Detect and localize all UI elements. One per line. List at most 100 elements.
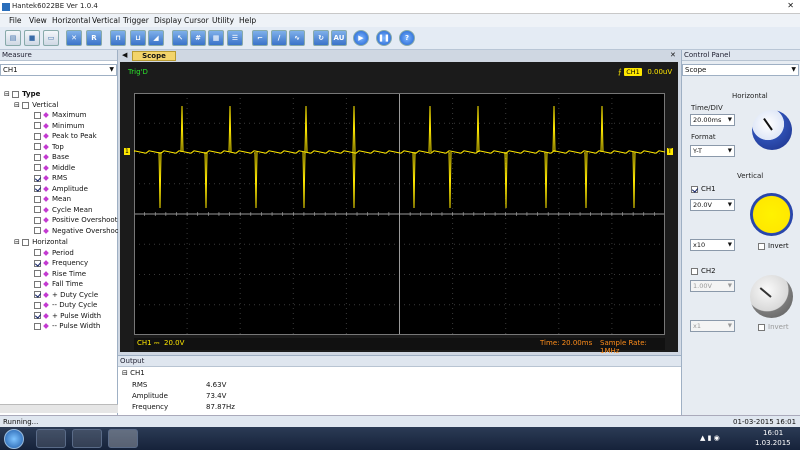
refresh-icon[interactable]: ↻ bbox=[313, 30, 329, 46]
ch1-invert[interactable]: Invert bbox=[758, 242, 789, 250]
measure-item[interactable]: Negative Overshoot bbox=[34, 226, 122, 236]
measure-checkbox[interactable] bbox=[34, 164, 41, 171]
measure-checkbox[interactable] bbox=[34, 185, 41, 192]
measure-item[interactable]: Peak to Peak bbox=[34, 131, 97, 141]
pulse-fall-icon[interactable]: ⊔ bbox=[130, 30, 146, 46]
measure-checkbox[interactable] bbox=[34, 312, 41, 319]
measure-item[interactable]: Minimum bbox=[34, 121, 84, 131]
run-r-icon[interactable]: R bbox=[86, 30, 102, 46]
grid-icon[interactable]: # bbox=[190, 30, 206, 46]
measure-item[interactable]: Rise Time bbox=[34, 269, 86, 279]
play-icon[interactable]: ▶ bbox=[353, 30, 369, 46]
measure-checkbox[interactable] bbox=[34, 227, 41, 234]
measure-item[interactable]: + Duty Cycle bbox=[34, 290, 98, 300]
menu-view[interactable]: View bbox=[29, 16, 47, 25]
measure-item[interactable]: Cycle Mean bbox=[34, 205, 92, 215]
measure-checkbox[interactable] bbox=[34, 143, 41, 150]
measure-item[interactable]: Middle bbox=[34, 163, 75, 173]
measure-item[interactable]: Positive Overshoot bbox=[34, 215, 117, 225]
measure-item[interactable]: Maximum bbox=[34, 110, 87, 120]
close-icon[interactable]: ✕ bbox=[787, 1, 794, 10]
measure-checkbox[interactable] bbox=[34, 153, 41, 161]
measure-item[interactable]: Base bbox=[34, 152, 69, 162]
pulse-rise-icon[interactable]: ⊓ bbox=[110, 30, 126, 46]
measure-checkbox[interactable] bbox=[34, 132, 41, 140]
measure-checkbox[interactable] bbox=[34, 291, 41, 298]
measure-checkbox[interactable] bbox=[34, 174, 41, 182]
grid-fine-icon[interactable]: ▦ bbox=[208, 30, 224, 46]
measure-checkbox[interactable] bbox=[34, 122, 41, 129]
ch2-volts-knob[interactable] bbox=[750, 275, 793, 318]
pause-icon[interactable]: ❚❚ bbox=[376, 30, 392, 46]
ch1-ground-marker[interactable]: 1 bbox=[124, 148, 130, 155]
wave-line-icon[interactable]: ∕ bbox=[271, 30, 287, 46]
lines-icon[interactable]: ☰ bbox=[227, 30, 243, 46]
measure-item[interactable]: Top bbox=[34, 142, 64, 152]
ch2-enable[interactable]: CH2 bbox=[691, 267, 716, 275]
measure-checkbox[interactable] bbox=[34, 322, 41, 330]
autoset-icon[interactable]: ✕ bbox=[66, 30, 82, 46]
ch2-invert-checkbox[interactable] bbox=[758, 323, 765, 331]
ch1-probe-select[interactable]: x10 ▼ bbox=[690, 239, 735, 251]
menu-vertical[interactable]: Vertical bbox=[92, 16, 120, 25]
tree-group-horizontal[interactable]: ⊟ Horizontal bbox=[14, 237, 68, 247]
tab-close-icon[interactable]: ✕ bbox=[670, 51, 676, 59]
measure-checkbox[interactable] bbox=[34, 249, 41, 256]
wave-step-icon[interactable]: ⌐ bbox=[252, 30, 268, 46]
auto-icon[interactable]: AU bbox=[331, 30, 347, 46]
wave-sine-icon[interactable]: ∿ bbox=[289, 30, 305, 46]
format-select[interactable]: Y-T ▼ bbox=[690, 145, 735, 157]
ramp-icon[interactable]: ◢ bbox=[148, 30, 164, 46]
menu-file[interactable]: File bbox=[9, 16, 22, 25]
menu-display[interactable]: Display bbox=[154, 16, 182, 25]
control-mode-select[interactable]: Scope ▼ bbox=[682, 64, 799, 76]
measure-item[interactable]: Amplitude bbox=[34, 184, 88, 194]
ch2-probe-select[interactable]: x1 ▼ bbox=[690, 320, 735, 332]
tray-icons[interactable]: ▲ ▮ ◉ bbox=[700, 434, 720, 442]
measure-item[interactable]: -- Duty Cycle bbox=[34, 300, 97, 310]
measure-checkbox[interactable] bbox=[34, 259, 41, 267]
ch1-enable[interactable]: CH1 bbox=[691, 185, 716, 193]
tab-scope[interactable]: Scope bbox=[132, 51, 176, 61]
menu-trigger[interactable]: Trigger bbox=[123, 16, 149, 25]
menu-utility[interactable]: Utility bbox=[212, 16, 234, 25]
ch2-volts-select[interactable]: 1.00V ▼ bbox=[690, 280, 735, 292]
measure-checkbox[interactable] bbox=[34, 195, 41, 203]
type-checkbox[interactable] bbox=[12, 90, 20, 98]
cursor-icon[interactable]: ↖ bbox=[172, 30, 188, 46]
menu-cursor[interactable]: Cursor bbox=[184, 16, 209, 25]
measure-checkbox[interactable] bbox=[34, 216, 41, 224]
scope-grid[interactable] bbox=[134, 93, 665, 335]
output-channel[interactable]: ⊟ CH1 bbox=[122, 369, 145, 377]
measure-scrollbar[interactable] bbox=[0, 404, 118, 413]
measure-checkbox[interactable] bbox=[34, 280, 41, 288]
open-icon[interactable]: ▤ bbox=[5, 30, 21, 46]
trigger-level-marker[interactable]: T bbox=[667, 148, 673, 155]
ch2-invert[interactable]: Invert bbox=[758, 323, 789, 331]
save-icon[interactable]: ■ bbox=[24, 30, 40, 46]
ch1-volts-select[interactable]: 20.0V ▼ bbox=[690, 199, 735, 211]
measure-checkbox[interactable] bbox=[34, 206, 41, 213]
measure-channel-select[interactable]: CH1 ▼ bbox=[0, 64, 117, 76]
measure-item[interactable]: -- Pulse Width bbox=[34, 321, 100, 331]
measure-item[interactable]: Fall Time bbox=[34, 279, 83, 289]
measure-item[interactable]: RMS bbox=[34, 173, 67, 183]
measure-item[interactable]: Frequency bbox=[34, 258, 88, 268]
vertical-group-checkbox[interactable] bbox=[22, 101, 30, 109]
ch2-checkbox[interactable] bbox=[691, 267, 698, 275]
help-icon[interactable]: ? bbox=[399, 30, 415, 46]
menu-help[interactable]: Help bbox=[239, 16, 256, 25]
tree-group-vertical[interactable]: ⊟ Vertical bbox=[14, 100, 58, 110]
taskbar-app-hantek[interactable] bbox=[108, 429, 138, 448]
ch1-checkbox[interactable] bbox=[691, 185, 698, 193]
tab-left-arrow-icon[interactable]: ◀ bbox=[122, 51, 127, 59]
menu-horizontal[interactable]: Horizontal bbox=[52, 16, 90, 25]
measure-item[interactable]: Period bbox=[34, 248, 74, 258]
print-icon[interactable]: ▭ bbox=[43, 30, 59, 46]
timediv-select[interactable]: 20.00ms ▼ bbox=[690, 114, 735, 126]
measure-item[interactable]: Mean bbox=[34, 194, 71, 204]
measure-checkbox[interactable] bbox=[34, 270, 41, 277]
ch1-volts-knob[interactable] bbox=[750, 193, 793, 236]
measure-item[interactable]: + Pulse Width bbox=[34, 311, 101, 321]
start-button[interactable] bbox=[4, 429, 24, 449]
